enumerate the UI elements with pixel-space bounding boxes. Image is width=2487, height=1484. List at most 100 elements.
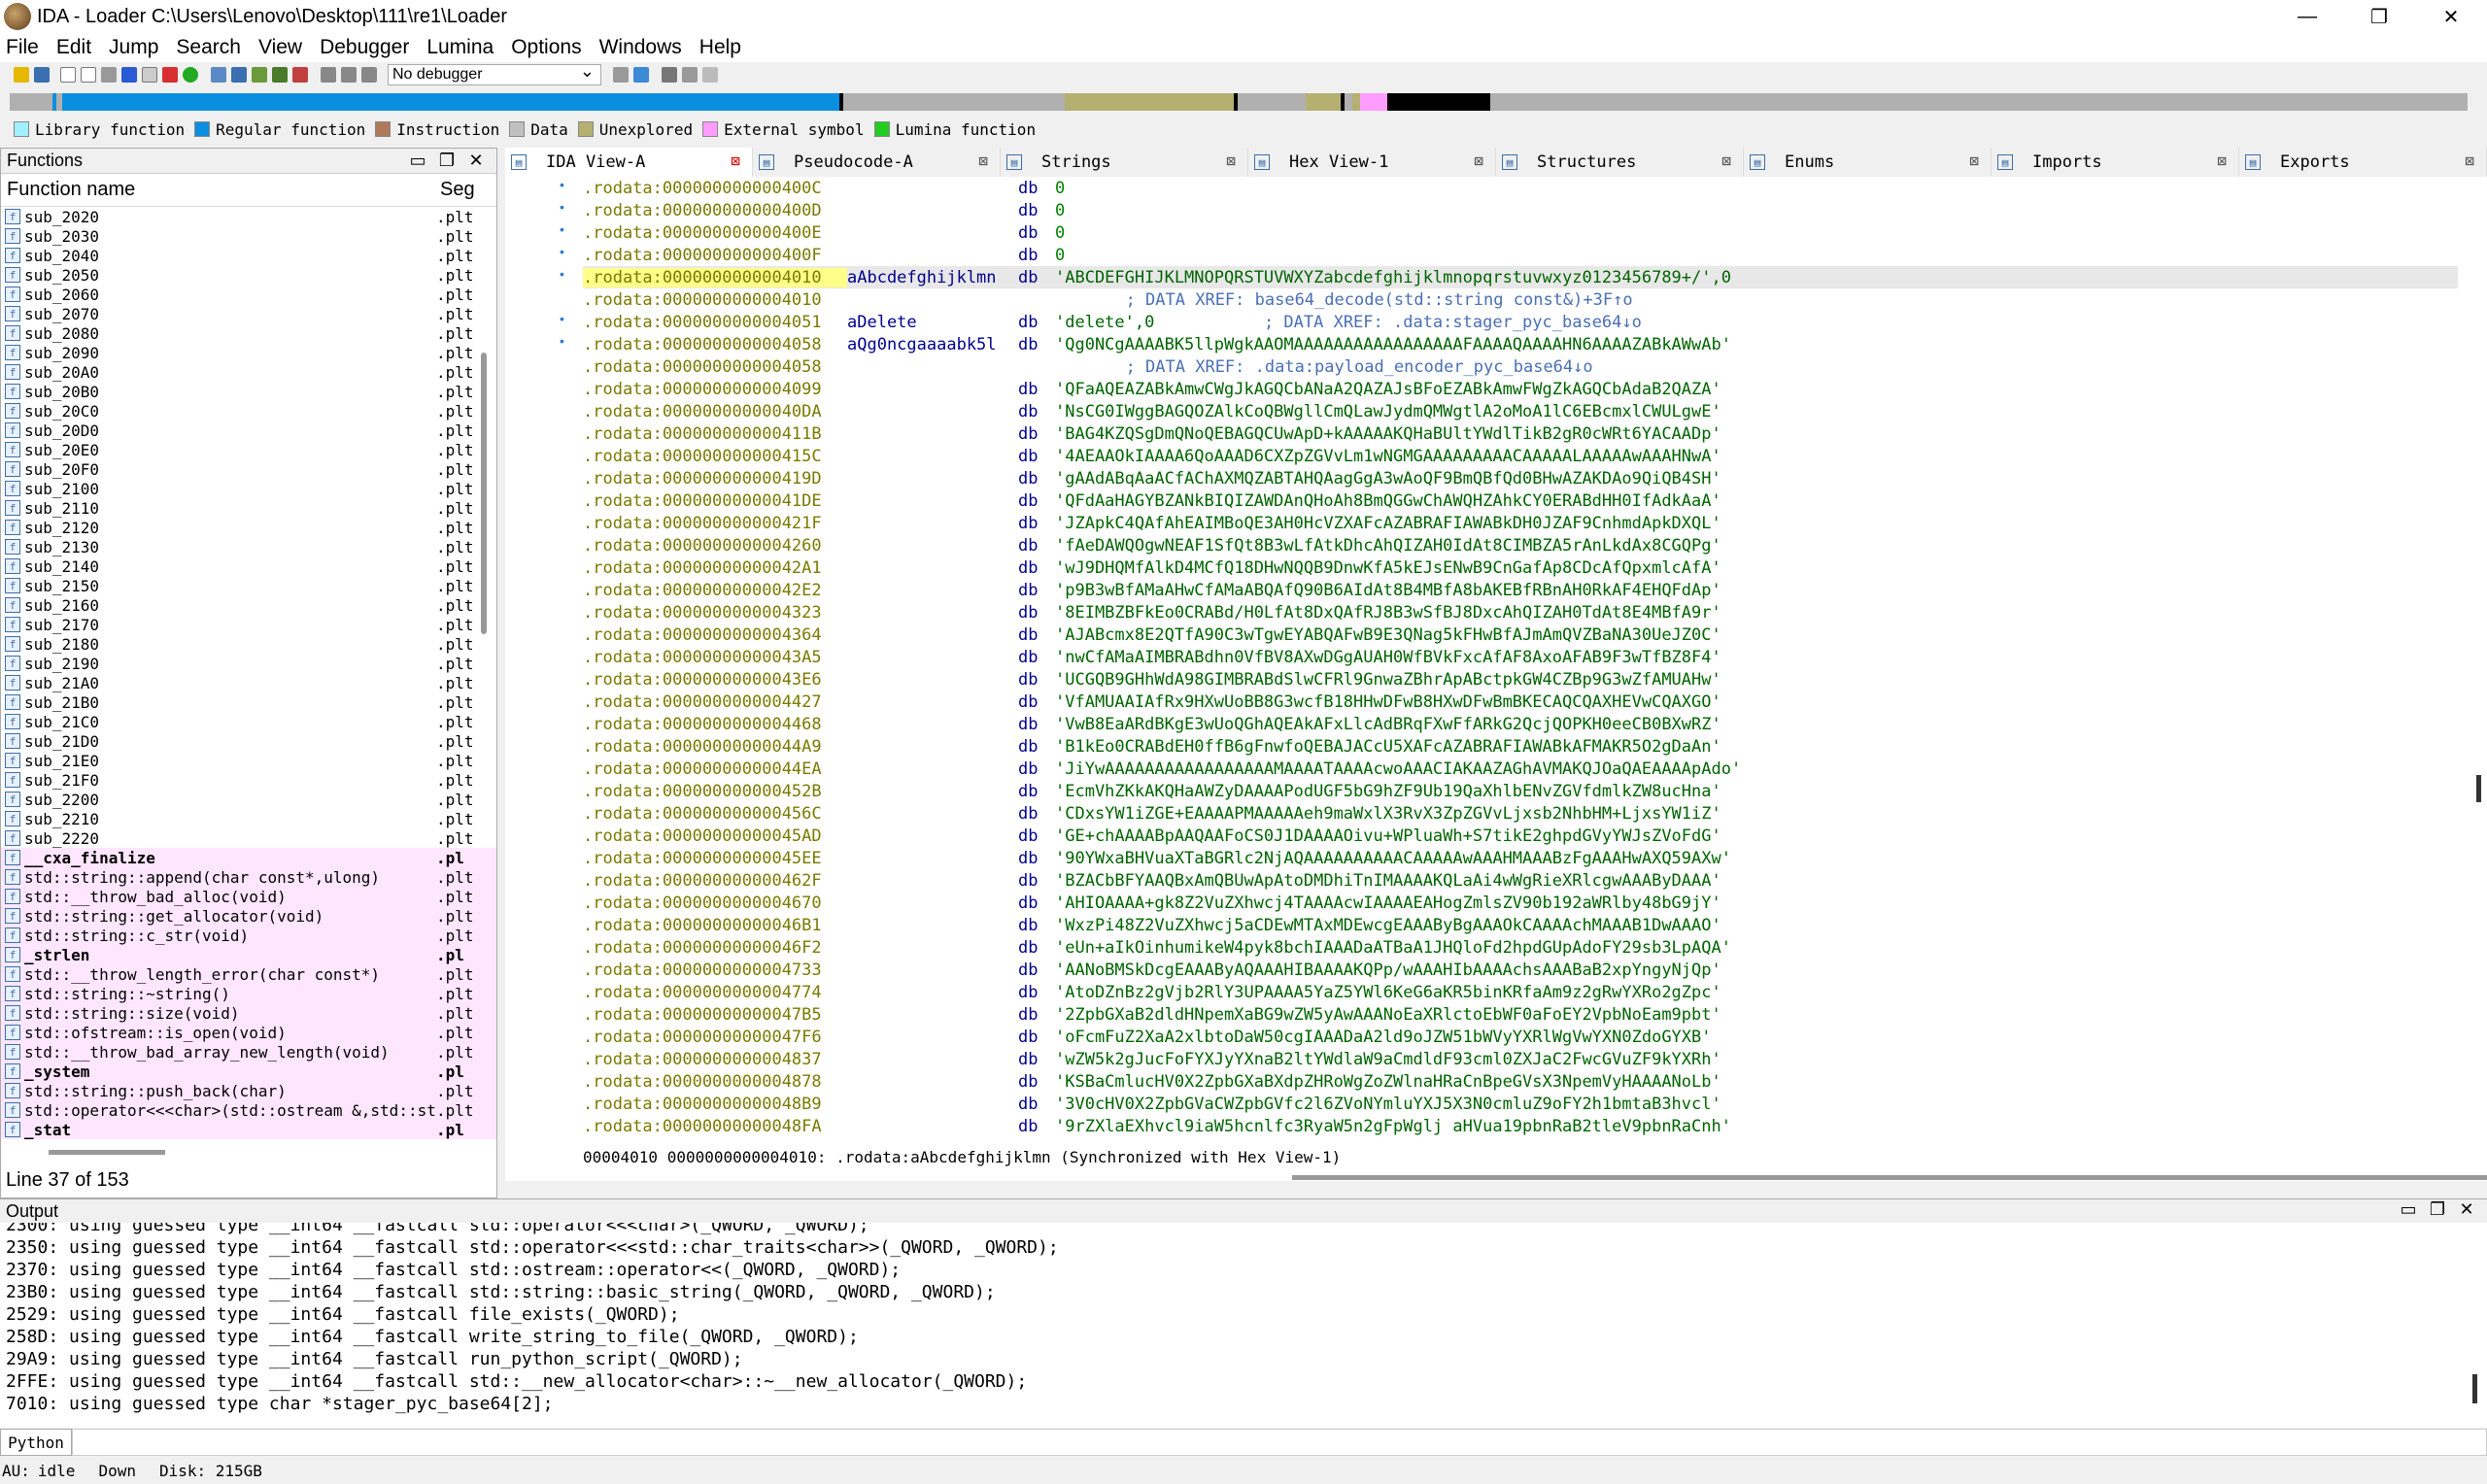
tab-structures[interactable]: ▤ Structures ⊠ bbox=[1496, 148, 1744, 177]
menu-view[interactable]: View bbox=[258, 36, 302, 59]
function-row[interactable]: f std::string::push_back(char) .plt bbox=[1, 1081, 496, 1100]
undefine-icon[interactable] bbox=[292, 67, 308, 83]
tab-enums[interactable]: ▤ Enums ⊠ bbox=[1744, 148, 1992, 177]
menu-lumina[interactable]: Lumina bbox=[426, 36, 494, 59]
listing-row[interactable]: .rodata:00000000000045EE db '90YWxaBHVuaXT… bbox=[583, 847, 2458, 869]
python-language-button[interactable]: Python bbox=[0, 1429, 72, 1456]
listing-row[interactable]: .rodata:00000000000047B5 db '2ZpbGXaB2dldH… bbox=[583, 1003, 2458, 1026]
function-row[interactable]: f sub_2150 .plt bbox=[1, 576, 496, 595]
listing-row[interactable]: .rodata:00000000000043E6 db 'UCGQB9GHhWdA9… bbox=[583, 668, 2458, 691]
column-function-name[interactable]: Function name bbox=[1, 179, 436, 201]
listing-row[interactable]: .rodata:000000000000415C db '4AEAAOkIAAAA6… bbox=[583, 445, 2458, 467]
function-row[interactable]: f sub_21D0 .plt bbox=[1, 731, 496, 751]
function-row[interactable]: f sub_2040 .plt bbox=[1, 246, 496, 265]
function-row[interactable]: f sub_20F0 .plt bbox=[1, 459, 496, 479]
listing-row[interactable]: .rodata:00000000000047F6 db 'oFcmFuZ2XaA2x… bbox=[583, 1026, 2458, 1048]
menu-help[interactable]: Help bbox=[699, 36, 741, 59]
disassembly-listing[interactable]: .rodata:000000000000400C db 0 .rodata:00000… bbox=[583, 177, 2458, 1137]
function-row[interactable]: f std::__throw_length_error(char const*).… bbox=[1, 964, 496, 984]
function-row[interactable]: f sub_2160 .plt bbox=[1, 595, 496, 615]
listing-row[interactable]: .rodata:0000000000004837 db 'wZW5k2gJucFoF… bbox=[583, 1048, 2458, 1070]
function-row[interactable]: f _strlen .pl bbox=[1, 945, 496, 964]
listing-row[interactable]: .rodata:000000000000400D db 0 bbox=[583, 199, 2458, 221]
panel-minimize-icon[interactable]: ▭ bbox=[403, 151, 432, 171]
trace-icon[interactable] bbox=[682, 67, 698, 83]
tab-close-icon[interactable]: ⊠ bbox=[1474, 152, 1483, 170]
listing-row[interactable]: .rodata:0000000000004260 db 'fAeDAWQOgwNEA… bbox=[583, 534, 2458, 556]
run-icon[interactable] bbox=[183, 67, 198, 83]
listing-row[interactable]: .rodata:00000000000046F2 db 'eUn+aIkOinhum… bbox=[583, 936, 2458, 959]
stop-debug-icon[interactable] bbox=[361, 67, 377, 83]
listing-row[interactable]: .rodata:00000000000042E2 db 'p9B3wBfAMaAHw… bbox=[583, 579, 2458, 601]
column-segment[interactable]: Seg bbox=[436, 179, 475, 201]
listing-row[interactable]: .rodata:0000000000004058 ; DATA XREF: .d… bbox=[583, 355, 2458, 378]
jump-icon[interactable] bbox=[101, 67, 117, 83]
function-row[interactable]: f sub_2020 .plt bbox=[1, 207, 496, 226]
menu-jump[interactable]: Jump bbox=[109, 36, 158, 59]
function-row[interactable]: f sub_2130 .plt bbox=[1, 537, 496, 556]
function-row[interactable]: f sub_2120 .plt bbox=[1, 518, 496, 537]
tab-close-icon[interactable]: ⊠ bbox=[731, 152, 740, 170]
stop-icon[interactable] bbox=[162, 67, 178, 83]
data-icon[interactable] bbox=[231, 67, 247, 83]
tab-close-icon[interactable]: ⊠ bbox=[2217, 152, 2227, 170]
function-row[interactable]: f sub_20A0 .plt bbox=[1, 362, 496, 382]
listing-row[interactable]: .rodata:00000000000040DA db 'NsCG0IWggBAGQ… bbox=[583, 400, 2458, 422]
save-icon[interactable] bbox=[34, 67, 50, 83]
tab-close-icon[interactable]: ⊠ bbox=[1721, 152, 1731, 170]
forward-icon[interactable] bbox=[81, 67, 96, 83]
listing-row[interactable]: .rodata:00000000000044A9 db 'B1kEo0CRABdEH… bbox=[583, 735, 2458, 758]
tab-hex-view-1[interactable]: ▤ Hex View-1 ⊠ bbox=[1248, 148, 1496, 177]
function-row[interactable]: f sub_2090 .plt bbox=[1, 343, 496, 362]
play-icon[interactable] bbox=[321, 67, 336, 83]
function-row[interactable]: f sub_2030 .plt bbox=[1, 226, 496, 246]
function-row[interactable]: f sub_20E0 .plt bbox=[1, 440, 496, 459]
function-row[interactable]: f sub_20C0 .plt bbox=[1, 401, 496, 421]
function-row[interactable]: f sub_2100 .plt bbox=[1, 479, 496, 498]
listing-row[interactable]: .rodata:0000000000004323 db '8EIMBZBFkEo0C… bbox=[583, 601, 2458, 624]
function-row[interactable]: f std::ofstream::is_open(void) .plt bbox=[1, 1023, 496, 1042]
tab-imports[interactable]: ▤ Imports ⊠ bbox=[1992, 148, 2239, 177]
ida-view-vscrollbar[interactable] bbox=[2476, 775, 2481, 802]
function-row[interactable]: f sub_21C0 .plt bbox=[1, 712, 496, 731]
function-row[interactable]: f sub_2060 .plt bbox=[1, 285, 496, 304]
function-row[interactable]: f sub_21E0 .plt bbox=[1, 751, 496, 770]
menu-file[interactable]: File bbox=[6, 36, 39, 59]
function-row[interactable]: f _system .pl bbox=[1, 1062, 496, 1081]
navigation-band[interactable] bbox=[10, 93, 2468, 111]
menu-search[interactable]: Search bbox=[176, 36, 241, 59]
listing-row[interactable]: .rodata:000000000000456C db 'CDxsYW1iZGE+E… bbox=[583, 802, 2458, 825]
function-row[interactable]: f std::string::append(char const*,ulong).… bbox=[1, 867, 496, 887]
listing-row[interactable]: .rodata:00000000000041DE db 'QFdAaHAGYBZAN… bbox=[583, 489, 2458, 512]
tab-close-icon[interactable]: ⊠ bbox=[1969, 152, 1979, 170]
function-row[interactable]: f sub_2070 .plt bbox=[1, 304, 496, 323]
listing-row[interactable]: .rodata:0000000000004058 aQg0ncgaaaabk5l d… bbox=[583, 333, 2458, 355]
listing-row[interactable]: .rodata:000000000000421F db 'JZApkC4QAfAhE… bbox=[583, 512, 2458, 534]
function-row[interactable]: f sub_2210 .plt bbox=[1, 809, 496, 828]
segment-icon[interactable] bbox=[252, 67, 267, 83]
listing-row[interactable]: .rodata:0000000000004878 db 'KSBaCmlucHV0X… bbox=[583, 1070, 2458, 1093]
function-row[interactable]: f std::string::get_allocator(void) .plt bbox=[1, 906, 496, 926]
listing-row[interactable]: .rodata:0000000000004010 aAbcdefghijklmn d… bbox=[583, 266, 2458, 288]
functions-scrollbar[interactable] bbox=[481, 353, 487, 634]
maximize-button[interactable]: ❐ bbox=[2343, 0, 2415, 33]
function-row[interactable]: f std::string::~string() .plt bbox=[1, 984, 496, 1003]
tab-exports[interactable]: ▤ Exports ⊠ bbox=[2239, 148, 2487, 177]
function-row[interactable]: f sub_2080 .plt bbox=[1, 323, 496, 343]
tab-close-icon[interactable]: ⊠ bbox=[1226, 152, 1236, 170]
listing-row[interactable]: .rodata:0000000000004670 db 'AHIOAAAA+gk8Z… bbox=[583, 892, 2458, 914]
menu-debugger[interactable]: Debugger bbox=[320, 36, 409, 59]
code-icon[interactable] bbox=[211, 67, 226, 83]
output-minimize-icon[interactable]: ▭ bbox=[2394, 1199, 2423, 1220]
output-float-icon[interactable]: ❐ bbox=[2423, 1199, 2452, 1220]
function-row[interactable]: f sub_2190 .plt bbox=[1, 654, 496, 673]
listing-row[interactable]: .rodata:0000000000004364 db 'AJABcmx8E2QTf… bbox=[583, 624, 2458, 646]
menu-edit[interactable]: Edit bbox=[56, 36, 91, 59]
options-icon[interactable] bbox=[702, 67, 718, 83]
panel-close-icon[interactable]: ✕ bbox=[461, 151, 491, 171]
listing-row[interactable]: .rodata:000000000000419D db 'gAAdABqAaACfA… bbox=[583, 467, 2458, 489]
function-row[interactable]: f __cxa_finalize .pl bbox=[1, 848, 496, 867]
functions-hscrollbar[interactable] bbox=[49, 1150, 165, 1155]
tab-ida-view-a[interactable]: ▤ IDA View-A ⊠ bbox=[505, 148, 753, 177]
function-row[interactable]: f sub_2110 .plt bbox=[1, 498, 496, 518]
